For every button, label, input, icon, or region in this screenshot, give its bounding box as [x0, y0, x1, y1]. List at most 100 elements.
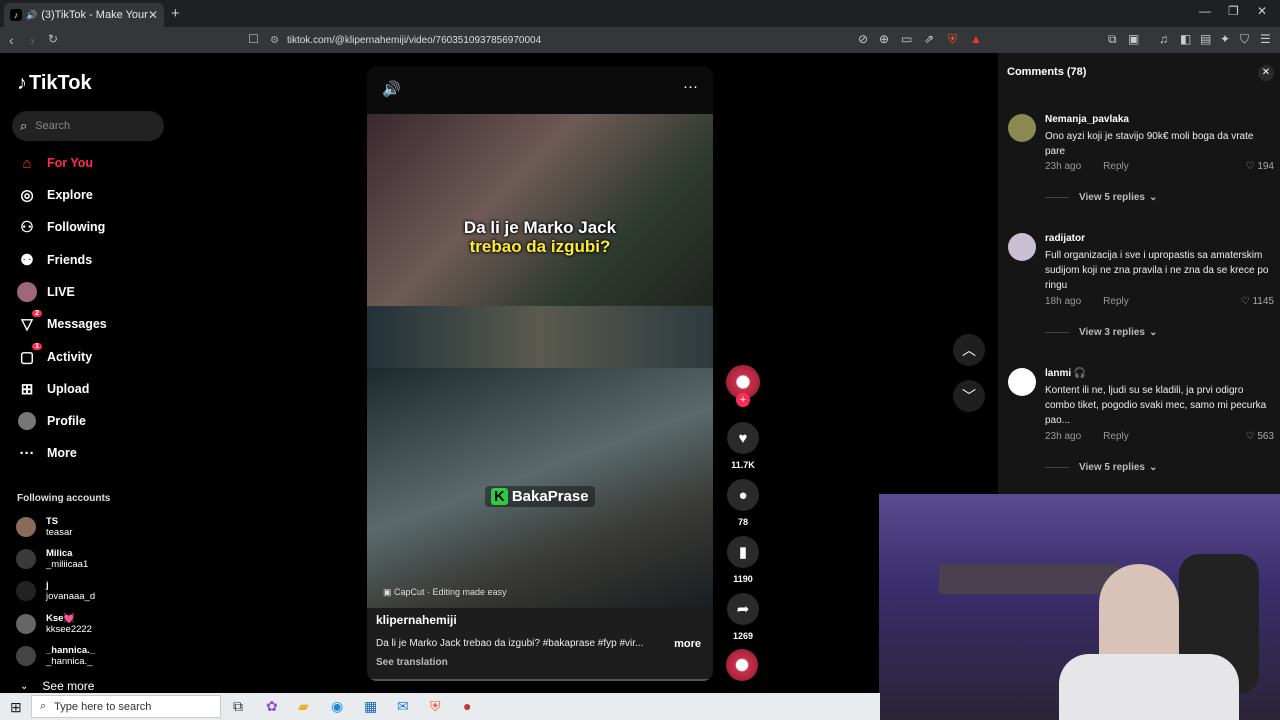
search-input[interactable]: ⌕ Search	[12, 111, 164, 141]
screenshot-icon[interactable]: ▣	[1128, 32, 1139, 46]
tiktok-logo[interactable]: ♪ TikTok	[17, 72, 92, 95]
wallet-icon[interactable]: ▤	[1200, 32, 1211, 46]
tab-close-icon[interactable]: ✕	[148, 8, 158, 22]
more-options-icon[interactable]: ···	[683, 78, 698, 95]
previous-video-button[interactable]: ︿	[953, 334, 985, 366]
comment-like-count: 563	[1257, 431, 1274, 442]
leo-ai-icon[interactable]: ✦	[1220, 32, 1230, 46]
comments-panel: Comments (78) ✕ Nemanja_pavlaka Ono ayzi…	[998, 53, 1280, 494]
minimize-button[interactable]: —	[1199, 4, 1211, 18]
share-icon[interactable]: ⇗	[924, 32, 934, 46]
avatar[interactable]	[1008, 368, 1036, 396]
browser-tab[interactable]: ♪ 🔊 (3)TikTok - Make Your Day ✕	[4, 3, 164, 27]
video-author[interactable]: klipernahemiji	[376, 613, 457, 627]
nav-activity[interactable]: ▢ 1 Activity	[17, 343, 92, 369]
nav-explore[interactable]: ◎ Explore	[17, 183, 92, 207]
comment-like-button[interactable]: ♡ 194	[1246, 161, 1274, 172]
following-account[interactable]: _hannica._ _hannica._	[16, 645, 95, 667]
heart-outline-icon: ♡	[1245, 161, 1258, 172]
cast-icon[interactable]: ▭	[901, 32, 912, 46]
nav-friends[interactable]: ⚉ Friends	[17, 248, 92, 272]
edge-icon[interactable]: ◉	[331, 698, 343, 715]
comment-username[interactable]: lanmi 🎧	[1045, 368, 1086, 379]
video-progress-bar[interactable]	[367, 679, 713, 681]
window-close-button[interactable]: ✕	[1257, 4, 1267, 18]
author-avatar-button[interactable]: +	[726, 365, 760, 407]
taskbar-search-input[interactable]: ⌕ Type here to search	[31, 695, 221, 718]
video-player[interactable]: 🔊 ··· Da li je Marko Jack trebao da izgu…	[367, 66, 713, 681]
menu-icon[interactable]: ☰	[1260, 32, 1271, 46]
bookmark-icon[interactable]: ☐	[248, 32, 259, 46]
nav-more[interactable]: ··· More	[17, 441, 77, 465]
reload-icon[interactable]: ↻	[48, 32, 58, 46]
site-info-icon[interactable]: ⚙	[270, 35, 279, 46]
avatar	[16, 614, 36, 634]
close-comments-button[interactable]: ✕	[1258, 65, 1274, 81]
share-button[interactable]: ➦ 1269	[726, 593, 760, 641]
music-disc-button[interactable]	[726, 649, 760, 681]
nav-live[interactable]: LIVE	[17, 280, 75, 304]
copilot-icon[interactable]: ✿	[266, 698, 278, 715]
search-icon: ⌕	[20, 118, 28, 133]
windows-start-icon[interactable]: ⊞	[10, 699, 22, 716]
view-replies-button[interactable]: View 5 replies ⌄	[1045, 192, 1157, 203]
nav-following[interactable]: ⚇ Following	[17, 215, 105, 239]
view-replies-button[interactable]: View 5 replies ⌄	[1045, 462, 1157, 473]
nav-for-you[interactable]: ⌂ For You	[17, 151, 93, 175]
vpn-icon[interactable]: ⛉	[1240, 32, 1249, 47]
file-explorer-icon[interactable]: ▰	[298, 698, 309, 715]
follow-plus-icon[interactable]: +	[736, 393, 750, 407]
mail-icon[interactable]: ✉	[397, 698, 409, 715]
comment-like-button[interactable]: ♡ 1145	[1241, 296, 1274, 307]
account-name: Milica	[46, 548, 73, 559]
task-view-icon[interactable]: ⧉	[233, 698, 243, 715]
description-more-button[interactable]: more	[674, 638, 701, 650]
comment-button[interactable]: ● 78	[726, 479, 760, 527]
avatar[interactable]	[1008, 114, 1036, 142]
comment-like-button[interactable]: ♡ 563	[1246, 431, 1274, 442]
forward-icon[interactable]: ›	[30, 32, 35, 48]
back-icon[interactable]: ‹	[9, 32, 14, 48]
reply-button[interactable]: Reply	[1103, 296, 1129, 307]
nav-upload[interactable]: ⊞ Upload	[17, 377, 90, 401]
speaker-icon[interactable]: 🔊	[26, 10, 37, 21]
following-accounts-title: Following accounts	[17, 493, 111, 504]
divider	[1045, 197, 1069, 198]
avatar[interactable]	[1008, 233, 1036, 261]
app-icon[interactable]: ●	[463, 698, 471, 714]
zoom-icon[interactable]: ⊕	[879, 32, 889, 46]
account-name: TS	[46, 516, 59, 527]
see-translation-button[interactable]: See translation	[376, 657, 448, 668]
extensions-icon[interactable]: ⧉	[1108, 32, 1117, 47]
brave-rewards-icon[interactable]: ▲	[970, 32, 982, 46]
activity-icon: ▢ 1	[17, 343, 42, 366]
comment-time: 23h ago	[1045, 431, 1082, 442]
following-account[interactable]: Kse💓 kksee2222	[16, 613, 92, 635]
maximize-button[interactable]: ❐	[1228, 4, 1239, 18]
sidebar-toggle-icon[interactable]: ◧	[1180, 32, 1191, 46]
store-icon[interactable]: ▦	[364, 698, 377, 715]
reply-button[interactable]: Reply	[1103, 161, 1129, 172]
caption-line-2: trebao da izgubi?	[469, 237, 611, 256]
following-account[interactable]: TS teasar	[16, 516, 72, 538]
like-button[interactable]: ♥ 11.7K	[726, 422, 760, 470]
capcut-badge[interactable]: ▣ CapCut · Editing made easy	[383, 587, 507, 598]
new-tab-button[interactable]: +	[171, 5, 180, 22]
following-account[interactable]: j jovanaaa_d	[16, 580, 95, 602]
brave-browser-icon[interactable]: ⛨	[430, 698, 441, 715]
translate-icon[interactable]: ⊘	[858, 32, 868, 46]
next-video-button[interactable]: ﹀	[953, 380, 985, 412]
save-button[interactable]: ▮ 1190	[726, 536, 760, 584]
nav-label: Friends	[47, 253, 93, 267]
reply-button[interactable]: Reply	[1103, 431, 1129, 442]
see-more-button[interactable]: ⌄ See more	[20, 679, 94, 693]
comment-username[interactable]: Nemanja_pavlaka	[1045, 114, 1129, 125]
nav-profile[interactable]: Profile	[17, 409, 86, 433]
volume-icon[interactable]: 🔊	[382, 80, 401, 98]
media-icon[interactable]: ♫	[1159, 32, 1168, 46]
nav-messages[interactable]: ▽ 2 Messages	[17, 310, 107, 336]
comment-username[interactable]: radijator	[1045, 233, 1085, 244]
view-replies-button[interactable]: View 3 replies ⌄	[1045, 327, 1157, 338]
following-account[interactable]: Milica _miliicaa1	[16, 548, 88, 570]
brave-shield-icon[interactable]: ⛨	[948, 32, 957, 47]
